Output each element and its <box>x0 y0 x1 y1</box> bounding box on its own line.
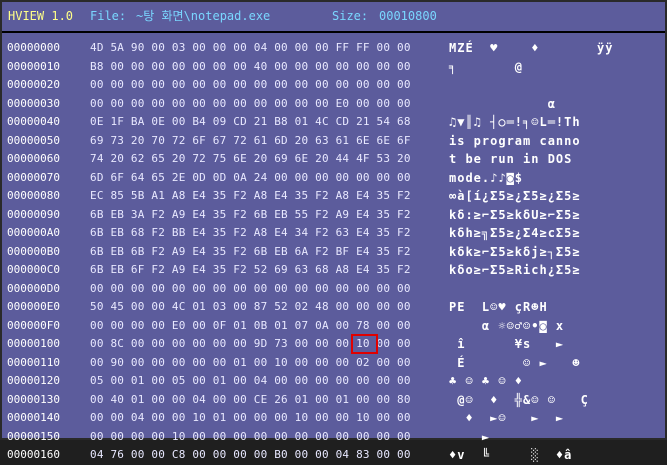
file-label: File: <box>90 9 127 23</box>
row-offset: 00000020 <box>7 78 60 91</box>
row-offset: 00000100 <box>7 337 60 350</box>
row-hex-bytes[interactable]: 6D 6F 64 65 2E 0D 0D 0A 24 00 00 00 00 0… <box>90 169 442 188</box>
row-offset: 00000060 <box>7 152 60 165</box>
row-offset: 000000C0 <box>7 263 60 276</box>
row-ascii[interactable]: t be run in DOS <box>449 150 659 169</box>
row-hex-bytes[interactable]: B8 00 00 00 00 00 00 00 40 00 00 00 00 0… <box>90 58 442 77</box>
row-hex-bytes[interactable]: 00 90 00 00 00 00 00 01 00 10 00 00 00 0… <box>90 354 442 373</box>
row-ascii[interactable] <box>449 76 659 95</box>
row-offset: 00000160 <box>7 448 60 461</box>
row-offset: 000000A0 <box>7 226 60 239</box>
row-hex-bytes[interactable]: 00 00 00 00 00 00 00 00 00 00 00 00 00 0… <box>90 76 442 95</box>
row-offset: 000000D0 <box>7 281 60 295</box>
hex-bytes-column[interactable]: 4D 5A 90 00 03 00 00 00 04 00 00 00 FF F… <box>90 39 442 465</box>
row-ascii[interactable]: @☺ ♦ ╬&☺ ☺ Ç <box>449 391 659 410</box>
ascii-column[interactable]: MZÉ ♥ ♦ ÿÿ ╕ @ α ♫▼║♫ ┤○═!╕☺L═!Th is progra… <box>449 39 659 465</box>
row-hex-bytes[interactable]: 74 20 62 65 20 72 75 6E 20 69 6E 20 44 4… <box>90 150 442 169</box>
file-size: 00010800 <box>379 9 437 23</box>
highlighted-byte-marker <box>351 334 378 354</box>
row-hex-bytes[interactable]: 00 00 00 00 10 00 00 00 00 00 00 00 00 0… <box>90 428 442 447</box>
row-ascii[interactable]: mode.♪♪◙$ <box>449 169 659 188</box>
row-ascii[interactable]: ♦v ╚ ░ ♦â <box>449 446 659 465</box>
row-ascii[interactable]: kδk≥⌐Σ5≥kδj≥┐Σ5≥ <box>449 243 659 262</box>
row-hex-bytes[interactable]: 0E 1F BA 0E 00 B4 09 CD 21 B8 01 4C CD 2… <box>90 113 442 132</box>
size-label: Size: <box>332 9 369 23</box>
row-offset: 00000090 <box>7 207 60 221</box>
row-ascii[interactable]: α ☼☺♂☺•◙ x <box>449 317 659 336</box>
row-ascii[interactable]: ♣ ☺ ♣ ☺ ♦ <box>449 372 659 391</box>
row-ascii[interactable]: MZÉ ♥ ♦ ÿÿ <box>449 39 659 58</box>
row-ascii[interactable]: PE L☺♥ çR☻H <box>449 298 659 317</box>
row-offset: 00000150 <box>7 429 60 443</box>
row-ascii[interactable]: ∞à[í¿Σ5≥¿Σ5≥¿Σ5≥ <box>449 187 659 206</box>
row-hex-bytes[interactable]: 00 40 01 00 00 04 00 00 CE 26 01 00 01 0… <box>90 391 442 410</box>
row-hex-bytes[interactable]: EC 85 5B A1 A8 E4 35 F2 A8 E4 35 F2 A8 E… <box>90 187 442 206</box>
row-offset: 000000E0 <box>7 300 60 313</box>
row-hex-bytes[interactable]: 00 00 00 00 00 00 00 00 00 00 00 00 00 0… <box>90 280 442 299</box>
row-ascii[interactable]: ► <box>449 428 659 447</box>
row-hex-bytes[interactable]: 4D 5A 90 00 03 00 00 00 04 00 00 00 FF F… <box>90 39 442 58</box>
row-ascii[interactable]: ♦ ►☺ ► ► <box>449 409 659 428</box>
row-hex-bytes[interactable]: 6B EB 68 F2 BB E4 35 F2 A8 E4 34 F2 63 E… <box>90 224 442 243</box>
row-hex-bytes[interactable]: 00 00 00 00 00 00 00 00 00 00 00 00 E0 0… <box>90 95 442 114</box>
offset-column: 00000000 00000010 00000020 00000030 00000040… <box>7 39 85 465</box>
row-ascii[interactable]: ♫▼║♫ ┤○═!╕☺L═!Th <box>449 113 659 132</box>
status-header: HVIEW 1.0 File: ~탕 화면\notepad.exe Size: … <box>2 2 665 33</box>
row-offset: 00000140 <box>7 411 60 424</box>
row-ascii[interactable]: kδo≥⌐Σ5≥Rich¿Σ5≥ <box>449 261 659 280</box>
row-offset: 000000B0 <box>7 244 60 258</box>
row-hex-bytes[interactable]: 69 73 20 70 72 6F 67 72 61 6D 20 63 61 6… <box>90 132 442 151</box>
row-ascii[interactable]: α <box>449 95 659 114</box>
row-offset: 00000120 <box>7 374 60 387</box>
row-hex-bytes[interactable]: 00 8C 00 00 00 00 00 00 9D 73 00 00 00 1… <box>90 335 442 354</box>
row-offset: 000000F0 <box>7 318 60 332</box>
row-ascii[interactable]: É ☺ ► ☻ <box>449 354 659 373</box>
row-hex-bytes[interactable]: 05 00 01 00 05 00 01 00 04 00 00 00 00 0… <box>90 372 442 391</box>
row-ascii[interactable]: kδ:≥⌐Σ5≥kδU≥⌐Σ5≥ <box>449 206 659 225</box>
row-ascii[interactable]: kδh≥╗Σ5≥¿Σ4≥cΣ5≥ <box>449 224 659 243</box>
row-offset: 00000040 <box>7 115 60 128</box>
row-offset: 00000080 <box>7 189 60 202</box>
row-offset: 00000010 <box>7 59 60 73</box>
row-offset: 00000070 <box>7 170 60 184</box>
row-hex-bytes[interactable]: 50 45 00 00 4C 01 03 00 87 52 02 48 00 0… <box>90 298 442 317</box>
row-hex-bytes[interactable]: 6B EB 3A F2 A9 E4 35 F2 6B EB 55 F2 A9 E… <box>90 206 442 225</box>
row-hex-bytes[interactable]: 00 00 04 00 00 10 01 00 00 00 10 00 00 1… <box>90 409 442 428</box>
hex-dump-area[interactable]: 00000000 00000010 00000020 00000030 00000040… <box>2 33 665 462</box>
row-hex-bytes[interactable]: 04 76 00 00 C8 00 00 00 00 B0 00 00 04 8… <box>90 446 442 465</box>
file-path: ~탕 화면\notepad.exe <box>136 9 271 23</box>
row-ascii[interactable]: ╕ @ <box>449 58 659 77</box>
row-offset: 00000030 <box>7 96 60 110</box>
row-ascii[interactable] <box>449 280 659 299</box>
row-hex-bytes[interactable]: 00 00 00 00 E0 00 0F 01 0B 01 07 0A 00 7… <box>90 317 442 336</box>
row-ascii[interactable]: î ¥s ► <box>449 335 659 354</box>
row-ascii[interactable]: is program canno <box>449 132 659 151</box>
row-hex-bytes[interactable]: 6B EB 6B F2 A9 E4 35 F2 6B EB 6A F2 BF E… <box>90 243 442 262</box>
row-offset: 00000050 <box>7 133 60 147</box>
app-title: HVIEW 1.0 <box>8 9 74 23</box>
row-hex-bytes[interactable]: 6B EB 6F F2 A9 E4 35 F2 52 69 63 68 A8 E… <box>90 261 442 280</box>
row-offset: 00000130 <box>7 392 60 406</box>
row-offset: 00000110 <box>7 355 60 369</box>
hexview-window: HVIEW 1.0 File: ~탕 화면\notepad.exe Size: … <box>0 0 667 462</box>
row-offset: 00000000 <box>7 41 60 54</box>
